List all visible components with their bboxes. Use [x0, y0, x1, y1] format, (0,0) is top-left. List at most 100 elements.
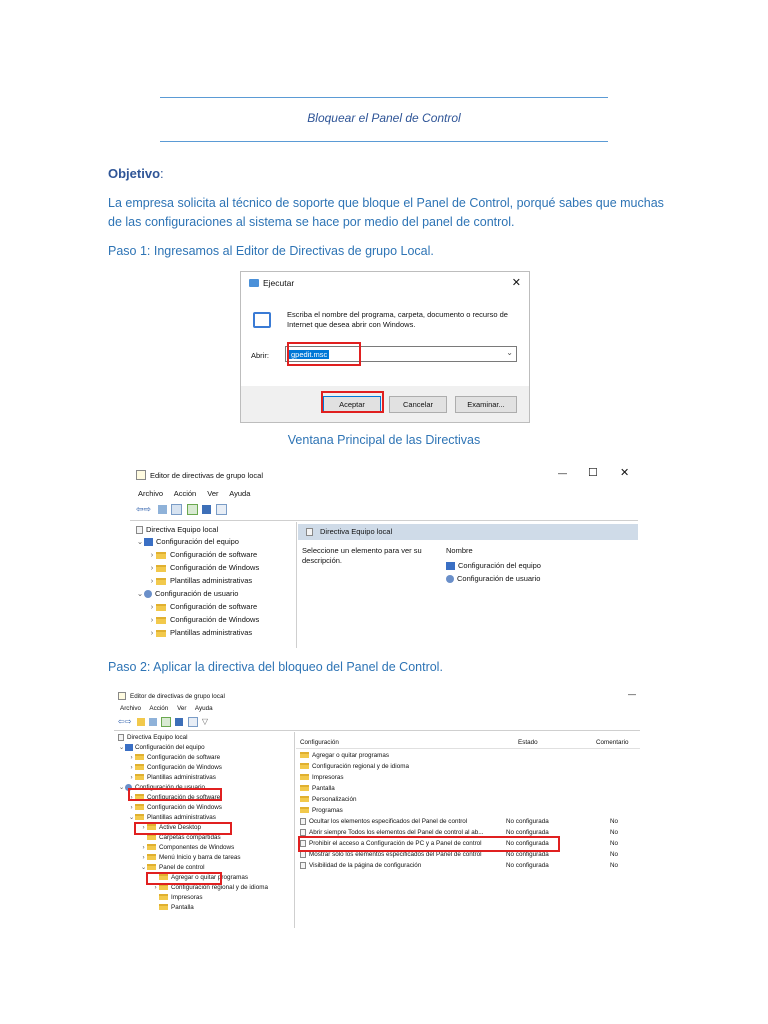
tree-item[interactable]: › Configuración de Windows	[148, 562, 259, 574]
minimize-icon[interactable]: —	[558, 468, 567, 478]
list-item[interactable]: Configuración regional y de idioma	[300, 761, 409, 772]
tree-item[interactable]: ⌄ Configuración del equipo	[118, 743, 205, 753]
list-item[interactable]: Configuración de usuario	[446, 574, 540, 584]
tree-item[interactable]: › Configuración de Windows	[148, 614, 259, 626]
folder-icon	[300, 785, 309, 792]
run-footer: Aceptar Cancelar Examinar...	[241, 386, 529, 422]
tree-item[interactable]: › Configuración de Windows	[128, 763, 221, 773]
help-icon[interactable]	[175, 718, 184, 726]
menu-bar: Archivo Acción Ver Ayuda	[120, 705, 222, 712]
properties-icon[interactable]	[215, 504, 227, 516]
run-description: Escriba el nombre del programa, carpeta,…	[287, 310, 508, 329]
folder-icon	[156, 603, 166, 611]
ok-button-highlight	[321, 391, 384, 413]
tree-item[interactable]: ⌄ Configuración del equipo	[136, 536, 239, 548]
back-arrow-icon[interactable]: ⇦	[118, 717, 125, 726]
tree-item[interactable]: › Plantillas administrativas	[148, 627, 252, 639]
list-item[interactable]: Configuración del equipo	[446, 561, 541, 571]
folder-icon	[135, 754, 144, 761]
close-icon[interactable]: ✕	[620, 466, 629, 479]
show-tree-icon[interactable]	[148, 718, 157, 726]
tree-item[interactable]: › Configuración de software	[128, 753, 220, 763]
policy-icon	[300, 828, 306, 836]
browse-button[interactable]: Examinar...	[455, 396, 517, 413]
tree-item[interactable]: › Configuración de software	[148, 601, 257, 613]
folder-icon	[300, 774, 309, 781]
policy-icon	[300, 861, 306, 869]
folder-icon	[159, 884, 168, 891]
header-divider	[296, 748, 640, 749]
run-app-icon	[249, 279, 259, 287]
menu-ayuda[interactable]: Ayuda	[195, 705, 213, 712]
back-arrow-icon[interactable]: ⇦	[136, 504, 144, 514]
policy-row[interactable]: Visibilidad de la página de configuració…	[300, 860, 421, 871]
open-input-highlight	[287, 342, 361, 366]
step2-text: Paso 2: Aplicar la directiva del bloqueo…	[108, 660, 443, 674]
folder-icon	[159, 894, 168, 901]
column-header-state[interactable]: Estado	[518, 739, 538, 746]
policy-comment: No	[610, 818, 619, 825]
list-item[interactable]: Personalización	[300, 794, 356, 805]
minimize-icon[interactable]: —	[628, 690, 636, 699]
document-icon	[136, 526, 143, 535]
run-titlebar: Ejecutar ✕	[241, 272, 529, 294]
cancel-button[interactable]: Cancelar	[389, 396, 447, 413]
forward-arrow-icon[interactable]: ⇨	[125, 717, 132, 726]
chevron-down-icon[interactable]: ⌄	[506, 348, 513, 357]
tree-item[interactable]: › Configuración de Windows	[128, 803, 221, 813]
tree-item[interactable]: Directiva Equipo local	[136, 524, 218, 536]
column-header-comment[interactable]: Comentario	[596, 739, 629, 746]
gpedit-policy-window: Editor de directivas de grupo local — Ar…	[114, 688, 640, 928]
list-item[interactable]: Pantalla	[300, 783, 335, 794]
policy-row[interactable]: Ocultar los elementos especificados del …	[300, 816, 467, 827]
menu-archivo[interactable]: Archivo	[138, 489, 163, 498]
properties-icon[interactable]	[187, 717, 198, 727]
tree-item[interactable]: › Componentes de Windows	[140, 843, 234, 853]
folder-icon	[156, 629, 166, 637]
tree-item[interactable]: Pantalla	[152, 903, 194, 913]
export-icon[interactable]	[186, 504, 198, 516]
tree-item[interactable]: › Menú Inicio y barra de tareas	[140, 853, 240, 863]
menu-ver[interactable]: Ver	[207, 489, 218, 498]
list-item[interactable]: Impresoras	[300, 772, 344, 783]
top-rule	[160, 97, 608, 98]
bottom-rule	[160, 141, 608, 142]
folder-icon	[159, 904, 168, 911]
toolbar: ⇦⇨	[136, 504, 229, 516]
menu-accion[interactable]: Acción	[174, 489, 197, 498]
policy-icon	[300, 817, 306, 825]
folder-icon	[147, 834, 156, 841]
objective-heading: Objetivo:	[108, 166, 164, 181]
help-icon[interactable]	[202, 505, 212, 515]
close-icon[interactable]: ✕	[512, 276, 521, 289]
column-header-config[interactable]: Configuración	[300, 739, 339, 746]
list-item[interactable]: Programas	[300, 805, 343, 816]
show-tree-icon[interactable]	[157, 505, 167, 515]
folder-up-icon[interactable]	[136, 718, 145, 726]
run-program-icon	[253, 312, 271, 328]
folder-icon	[147, 844, 156, 851]
menu-archivo[interactable]: Archivo	[120, 705, 141, 712]
folder-icon	[135, 764, 144, 771]
name-column-header: Nombre	[446, 546, 473, 555]
list-icon[interactable]	[171, 504, 183, 516]
tree-item[interactable]: › Configuración de software	[148, 549, 257, 561]
run-title: Ejecutar	[263, 278, 295, 288]
tree-item[interactable]: Impresoras	[152, 893, 203, 903]
folder-icon	[135, 814, 144, 821]
forward-arrow-icon[interactable]: ⇨	[144, 504, 152, 514]
user-config-highlight	[128, 788, 222, 801]
tree-item[interactable]: › Plantillas administrativas	[148, 575, 252, 587]
filter-icon[interactable]: ▽	[202, 717, 208, 726]
policy-comment: No	[610, 862, 619, 869]
menu-accion[interactable]: Acción	[149, 705, 168, 712]
export-icon[interactable]	[161, 717, 172, 727]
list-item[interactable]: Agregar o quitar programas	[300, 750, 389, 761]
menu-ver[interactable]: Ver	[177, 705, 186, 712]
maximize-icon[interactable]: ☐	[588, 466, 598, 479]
tree-item[interactable]: Directiva Equipo local	[118, 733, 188, 743]
gpedit-app-icon	[136, 470, 146, 480]
tree-item[interactable]: › Plantillas administrativas	[128, 773, 216, 783]
menu-ayuda[interactable]: Ayuda	[229, 489, 250, 498]
tree-item[interactable]: ⌄ Configuración de usuario	[136, 588, 238, 600]
